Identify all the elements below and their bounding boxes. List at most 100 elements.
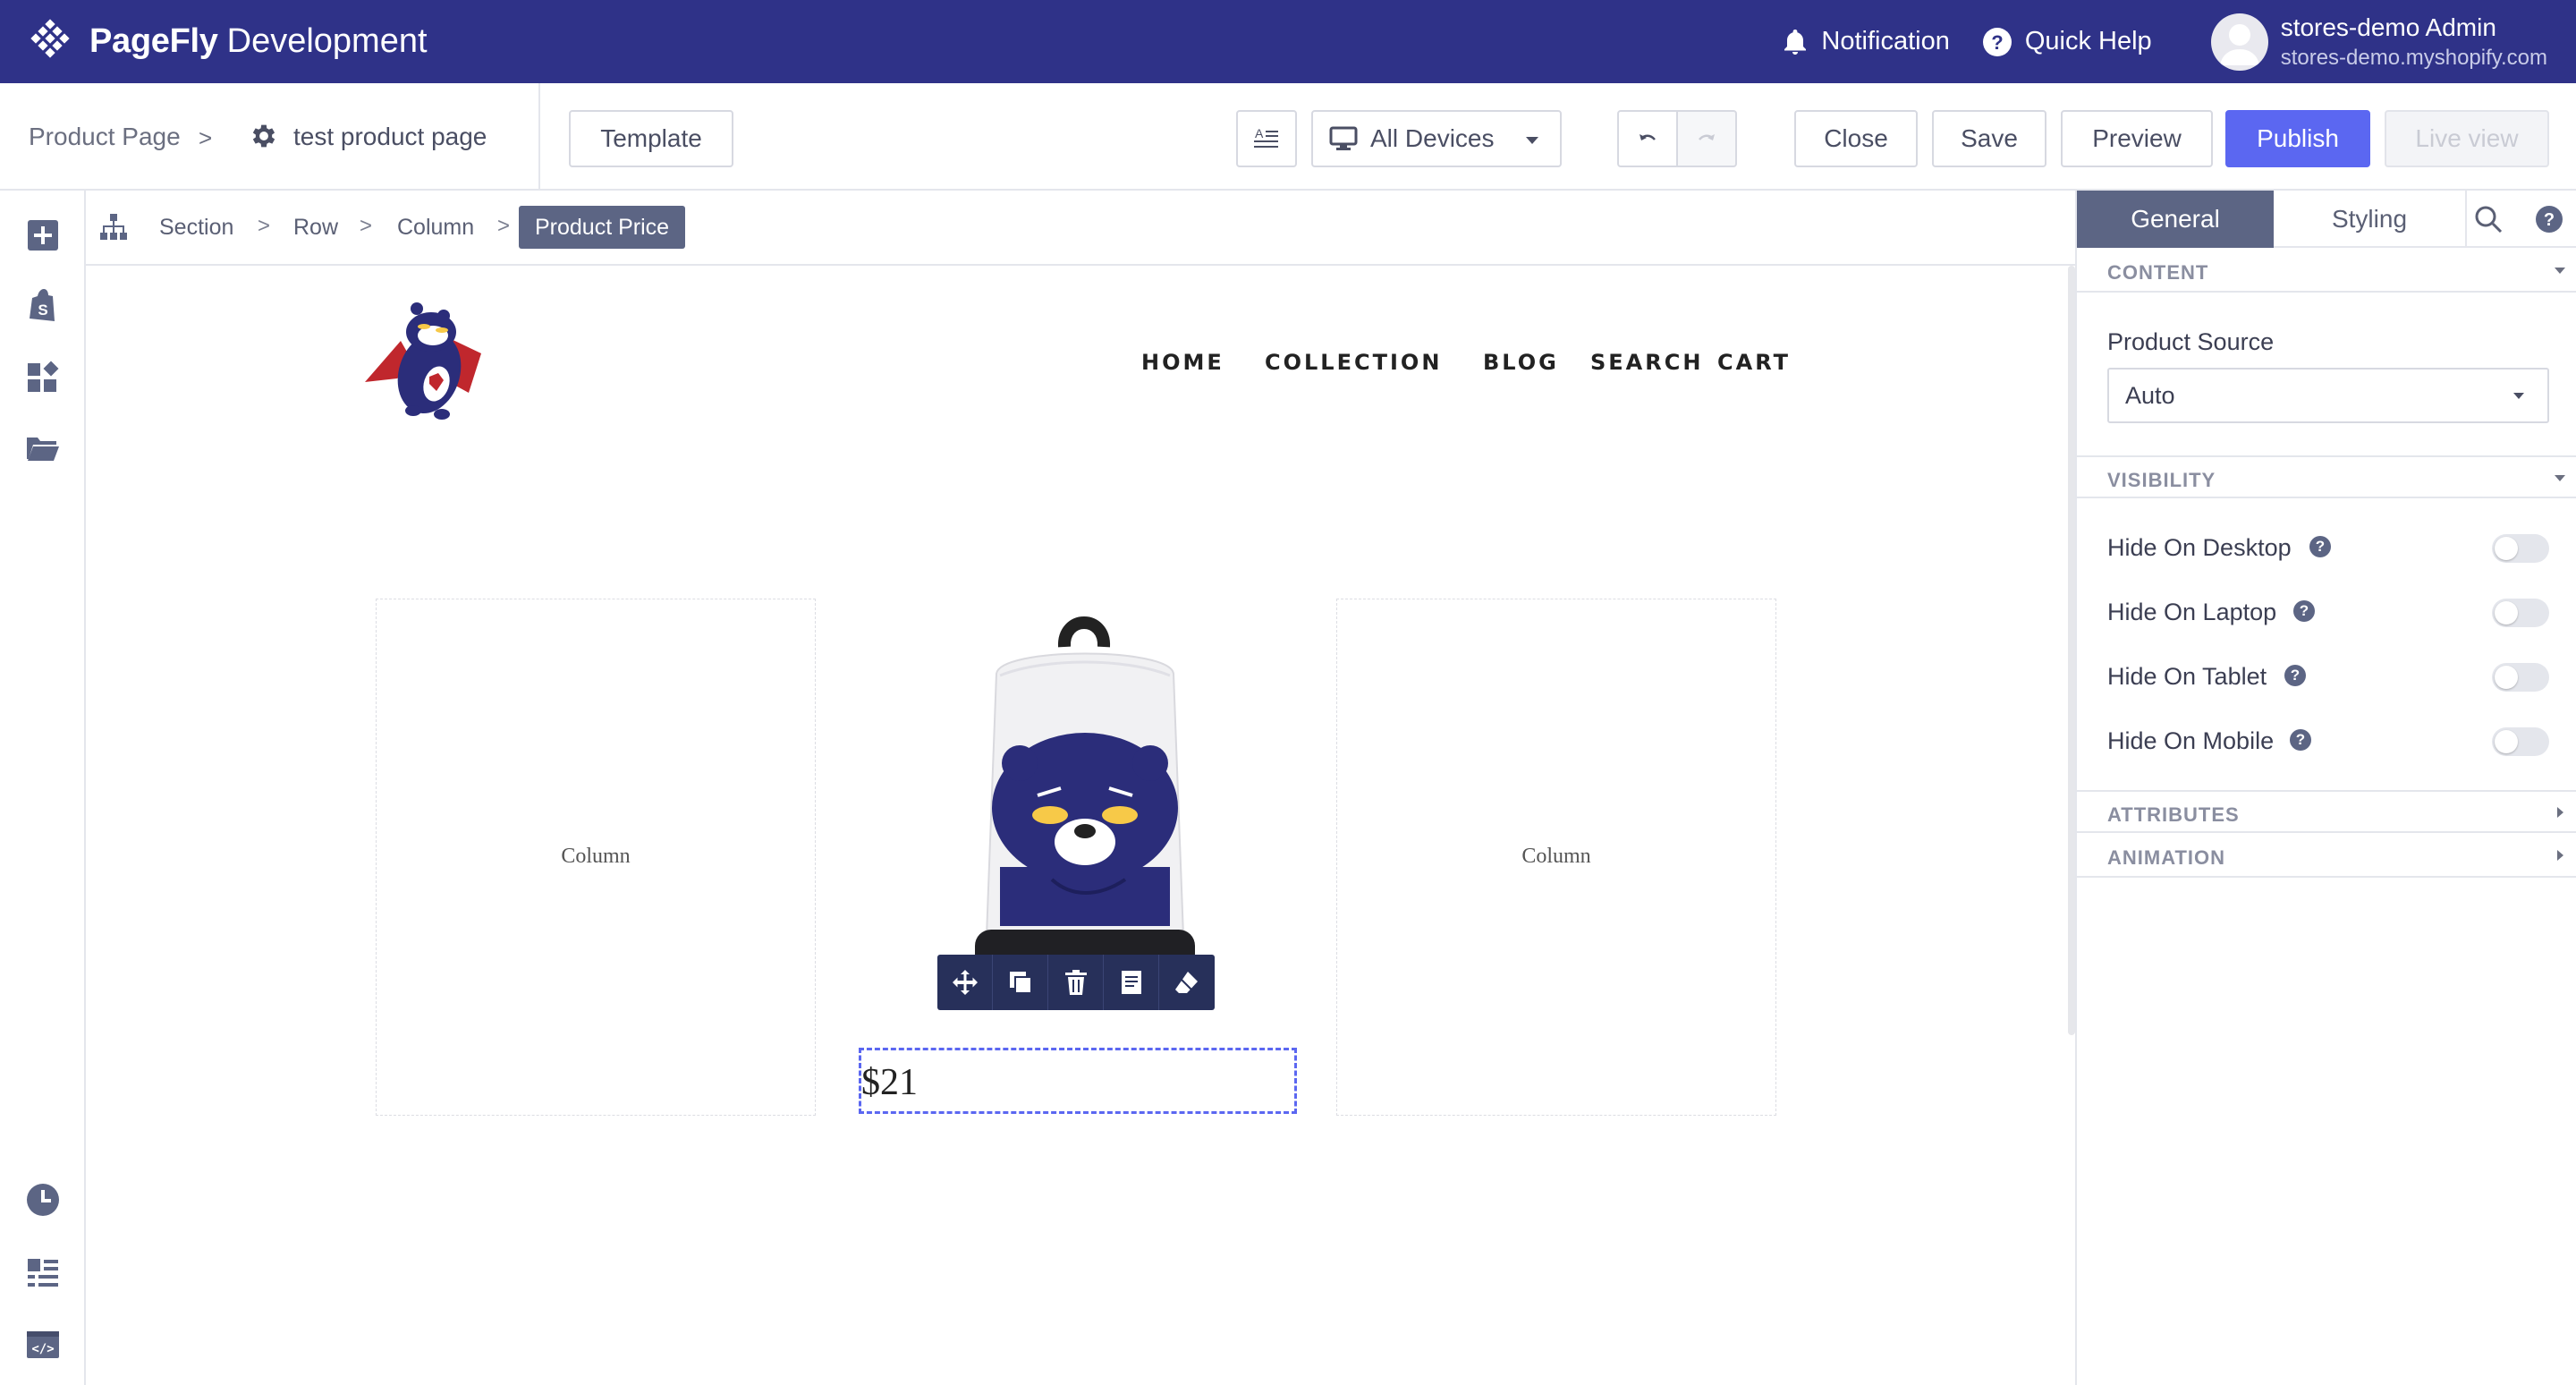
move-icon[interactable]	[937, 955, 993, 1010]
quick-help-link[interactable]: ? Quick Help	[1982, 27, 2152, 57]
top-right-group: Notification ? Quick Help stores-demo Ad…	[1782, 0, 2547, 83]
help-icon[interactable]: ?	[2293, 600, 2315, 622]
animation-section-header[interactable]: ANIMATION	[2077, 835, 2576, 878]
breadcrumb-page-type[interactable]: Product Page	[29, 123, 181, 151]
redo-icon	[1697, 132, 1716, 146]
store-logo-icon[interactable]	[361, 296, 492, 427]
close-button[interactable]: Close	[1794, 110, 1918, 167]
code-editor-icon[interactable]: </>	[25, 1327, 61, 1363]
top-bar: PageFly Development Notification ? Quick…	[0, 0, 2576, 83]
breadcrumb-active-element[interactable]: Product Price	[519, 206, 686, 249]
shopify-bag-icon[interactable]: S	[25, 287, 61, 323]
svg-text:?: ?	[1991, 31, 2003, 54]
product-price-element[interactable]: $21	[859, 1048, 1297, 1114]
outline-list-icon[interactable]	[25, 1255, 61, 1291]
hide-on-laptop-label: Hide On Laptop	[2107, 599, 2277, 625]
hide-on-laptop-toggle[interactable]	[2492, 599, 2549, 627]
user-domain: stores-demo.myshopify.com	[2280, 45, 2547, 70]
section-title: ATTRIBUTES	[2107, 803, 2240, 826]
page-title[interactable]: test product page	[293, 123, 487, 151]
help-circle-icon: ?	[1982, 27, 2012, 57]
product-image[interactable]	[937, 611, 1233, 1005]
help-icon[interactable]: ?	[2309, 536, 2331, 557]
notification-link[interactable]: Notification	[1782, 27, 1950, 56]
text-format-button[interactable]: A	[1236, 110, 1297, 167]
preview-button[interactable]: Preview	[2061, 110, 2213, 167]
nav-collection[interactable]: COLLECTION	[1265, 350, 1442, 375]
nav-blog[interactable]: BLOG	[1483, 350, 1559, 375]
duplicate-icon[interactable]	[993, 955, 1048, 1010]
user-menu[interactable]: stores-demo Admin stores-demo.myshopify.…	[2210, 13, 2547, 71]
user-name: stores-demo Admin	[2280, 13, 2496, 41]
product-source-label: Product Source	[2107, 328, 2275, 355]
device-label: All Devices	[1370, 124, 1495, 152]
caret-right-icon	[2557, 807, 2563, 818]
redo-button[interactable]	[1676, 110, 1737, 167]
nav-home[interactable]: HOME	[1141, 350, 1224, 375]
eraser-icon[interactable]	[1159, 955, 1215, 1010]
breadcrumb-column[interactable]: Column	[397, 215, 474, 241]
gear-icon[interactable]	[249, 121, 279, 151]
attributes-section-header[interactable]: ATTRIBUTES	[2077, 790, 2576, 833]
hide-on-mobile-toggle[interactable]	[2492, 727, 2549, 756]
hide-on-mobile-row: Hide On Mobile ?	[2107, 722, 2549, 758]
hide-on-tablet-row: Hide On Tablet ?	[2107, 658, 2549, 693]
breadcrumb-row[interactable]: Row	[293, 215, 338, 241]
monitor-icon	[1329, 126, 1358, 151]
help-icon[interactable]: ?	[2290, 729, 2311, 751]
save-snippet-icon[interactable]	[1104, 955, 1159, 1010]
brand[interactable]: PageFly Development	[27, 18, 428, 65]
search-icon[interactable]	[2474, 205, 2503, 234]
column-placeholder-right[interactable]: Column	[1336, 599, 1776, 1116]
nav-search[interactable]: SEARCH	[1590, 350, 1703, 375]
delete-icon[interactable]	[1048, 955, 1104, 1010]
svg-text:</>: </>	[31, 1342, 54, 1356]
device-select[interactable]: All Devices	[1311, 110, 1562, 167]
history-icon[interactable]	[25, 1182, 61, 1218]
content-section-header[interactable]: CONTENT	[2077, 250, 2576, 293]
help-icon[interactable]: ?	[2284, 665, 2306, 686]
chevron-right-icon: >	[199, 124, 213, 151]
caret-down-icon	[1526, 137, 1538, 144]
text-align-icon: A	[1252, 126, 1281, 151]
add-element-icon[interactable]	[25, 217, 61, 253]
tab-styling[interactable]: Styling	[2274, 191, 2467, 248]
save-button[interactable]: Save	[1932, 110, 2046, 167]
column-label: Column	[561, 845, 631, 868]
hide-on-desktop-toggle[interactable]	[2492, 534, 2549, 563]
tree-structure-icon[interactable]	[98, 212, 129, 242]
inspector-tabs: General Styling ?	[2077, 191, 2576, 248]
template-button[interactable]: Template	[569, 110, 733, 167]
editor-canvas[interactable]: HOME COLLECTION BLOG SEARCH CART Column …	[86, 266, 2073, 1385]
nav-cart[interactable]: CART	[1717, 350, 1791, 375]
tab-general[interactable]: General	[2077, 191, 2274, 248]
left-sidebar: S </>	[0, 191, 86, 1385]
notification-label: Notification	[1821, 27, 1950, 55]
help-circle-icon[interactable]: ?	[2535, 205, 2563, 234]
breadcrumb-section[interactable]: Section	[159, 215, 233, 241]
undo-icon	[1638, 132, 1657, 146]
canvas-scrollbar[interactable]	[2068, 266, 2075, 1035]
hide-on-mobile-label: Hide On Mobile	[2107, 727, 2275, 754]
undo-button[interactable]	[1617, 110, 1678, 167]
widgets-icon[interactable]	[25, 359, 61, 395]
caret-right-icon	[2557, 850, 2563, 861]
visibility-section-header[interactable]: VISIBILITY	[2077, 455, 2576, 498]
hide-on-tablet-toggle[interactable]	[2492, 663, 2549, 692]
live-view-button[interactable]: Live view	[2385, 110, 2549, 167]
folder-icon[interactable]	[25, 430, 61, 466]
product-source-select[interactable]: Auto	[2107, 368, 2549, 423]
column-label: Column	[1521, 845, 1591, 868]
section-title: CONTENT	[2107, 261, 2209, 284]
chevron-right-icon: >	[360, 214, 373, 238]
editor-toolbar: Product Page > test product page Templat…	[0, 83, 2576, 191]
element-breadcrumb: Section > Row > Column > Product Price	[86, 191, 2075, 266]
column-placeholder-left[interactable]: Column	[376, 599, 816, 1116]
hide-on-tablet-label: Hide On Tablet	[2107, 663, 2267, 690]
svg-text:S: S	[38, 302, 47, 319]
hide-on-desktop-label: Hide On Desktop	[2107, 534, 2292, 561]
element-toolbar	[937, 955, 1215, 1010]
inspector-panel: General Styling ? CONTENT Product Source…	[2075, 191, 2576, 1385]
publish-button[interactable]: Publish	[2225, 110, 2370, 167]
avatar	[2210, 13, 2268, 71]
